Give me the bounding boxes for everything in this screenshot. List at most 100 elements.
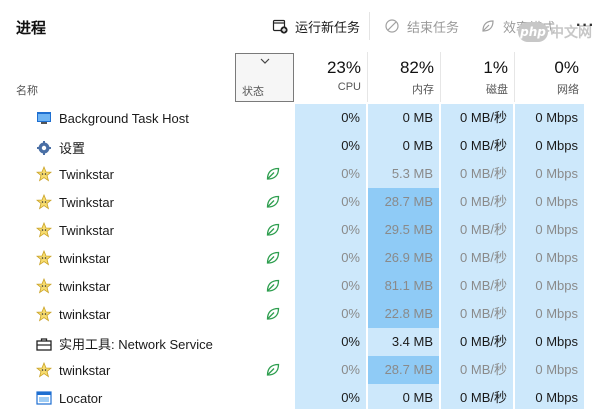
cpu-cell: 0% — [295, 188, 367, 216]
disk-cell: 0 MB/秒 — [441, 328, 514, 356]
table-row[interactable]: Twinkstar 0% 28.7 MB 0 MB/秒 0 Mbps — [0, 188, 600, 216]
process-name-label: Twinkstar — [59, 222, 114, 238]
table-row[interactable]: Background Task Host 0% 0 MB 0 MB/秒 0 Mbps — [0, 104, 600, 132]
cpu-cell: 0% — [295, 300, 367, 328]
header-status[interactable]: 状态 — [235, 53, 294, 102]
process-name-label: twinkstar — [59, 306, 111, 322]
table-row[interactable]: Locator 0% 0 MB 0 MB/秒 0 Mbps — [0, 384, 600, 409]
memory-cell: 0 MB — [368, 132, 440, 160]
watermark-logo: php — [518, 22, 548, 42]
run-new-task-button[interactable]: 运行新任务 — [272, 14, 360, 38]
header-disk[interactable]: 1% 磁盘 — [441, 58, 508, 97]
network-cell: 0 Mbps — [515, 328, 585, 356]
table-row[interactable]: 实用工具: Network Service 0% 3.4 MB 0 MB/秒 0 Mbp… — [0, 328, 600, 356]
chevron-down-icon — [236, 56, 293, 67]
memory-cell: 26.9 MB — [368, 244, 440, 272]
process-name: twinkstar — [36, 306, 110, 322]
header-disk-label: 磁盘 — [486, 84, 508, 96]
cpu-cell: 0% — [295, 216, 367, 244]
disk-cell: 0 MB/秒 — [441, 160, 514, 188]
network-cell: 0 Mbps — [515, 188, 585, 216]
star-icon — [36, 362, 52, 378]
memory-cell: 0 MB — [368, 384, 440, 409]
disk-cell: 0 MB/秒 — [441, 188, 514, 216]
process-name: twinkstar — [36, 278, 110, 294]
disk-cell: 0 MB/秒 — [441, 132, 514, 160]
efficiency-leaf-icon — [265, 362, 283, 378]
gear-icon — [36, 140, 52, 156]
end-task-icon — [384, 18, 400, 34]
memory-cell: 29.5 MB — [368, 216, 440, 244]
header-cpu-percent: 23% — [326, 58, 361, 77]
star-icon — [36, 306, 52, 322]
disk-cell: 0 MB/秒 — [441, 244, 514, 272]
cpu-cell: 0% — [295, 356, 367, 384]
table-row[interactable]: twinkstar 0% 28.7 MB 0 MB/秒 0 Mbps — [0, 356, 600, 384]
header-network[interactable]: 0% 网络 — [515, 58, 579, 97]
header-network-percent: 0% — [554, 58, 579, 77]
process-name-label: twinkstar — [59, 362, 111, 378]
disk-cell: 0 MB/秒 — [441, 384, 514, 409]
end-task-button[interactable]: 结束任务 — [384, 14, 459, 38]
disk-cell: 0 MB/秒 — [441, 272, 514, 300]
process-name: Twinkstar — [36, 194, 114, 210]
scrollbar-track[interactable] — [585, 104, 600, 409]
memory-cell: 0 MB — [368, 104, 440, 132]
column-divider — [440, 52, 441, 102]
memory-cell: 28.7 MB — [368, 188, 440, 216]
table-row[interactable]: twinkstar 0% 81.1 MB 0 MB/秒 0 Mbps — [0, 272, 600, 300]
run-task-icon — [272, 18, 288, 34]
column-header: 名称 状态 23% CPU 82% 内存 1% 磁盘 0% 网络 — [0, 52, 600, 102]
header-memory-percent: 82% — [399, 58, 434, 77]
efficiency-leaf-icon — [265, 306, 283, 322]
memory-cell: 22.8 MB — [368, 300, 440, 328]
table-row[interactable]: Twinkstar 0% 5.3 MB 0 MB/秒 0 Mbps — [0, 160, 600, 188]
cpu-cell: 0% — [295, 160, 367, 188]
star-icon — [36, 166, 52, 182]
process-name: Twinkstar — [36, 166, 114, 182]
window-blue-icon — [36, 390, 52, 406]
process-name: 实用工具: Network Service — [36, 334, 213, 353]
header-cpu-label: CPU — [337, 81, 361, 93]
efficiency-leaf-icon — [265, 250, 283, 266]
process-name: twinkstar — [36, 362, 110, 378]
leaf-icon — [480, 18, 496, 34]
header-network-label: 网络 — [557, 84, 579, 96]
process-name: Twinkstar — [36, 222, 114, 238]
end-task-label: 结束任务 — [407, 19, 460, 35]
memory-cell: 3.4 MB — [368, 328, 440, 356]
toolbox-icon — [36, 336, 52, 352]
star-icon — [36, 278, 52, 294]
more-options-button[interactable]: ··· — [576, 14, 595, 38]
process-name: Background Task Host — [36, 110, 189, 126]
efficiency-leaf-icon — [265, 194, 283, 210]
header-memory[interactable]: 82% 内存 — [368, 58, 434, 97]
efficiency-leaf-icon — [265, 166, 283, 182]
network-cell: 0 Mbps — [515, 384, 585, 409]
table-row[interactable]: 设置 0% 0 MB 0 MB/秒 0 Mbps — [0, 132, 600, 160]
header-status-label: 状态 — [242, 86, 264, 98]
process-name-label: twinkstar — [59, 250, 111, 266]
table-row[interactable]: twinkstar 0% 22.8 MB 0 MB/秒 0 Mbps — [0, 300, 600, 328]
column-divider — [514, 52, 515, 102]
network-cell: 0 Mbps — [515, 272, 585, 300]
table-row[interactable]: Twinkstar 0% 29.5 MB 0 MB/秒 0 Mbps — [0, 216, 600, 244]
efficiency-leaf-icon — [265, 222, 283, 238]
run-new-task-label: 运行新任务 — [295, 19, 361, 35]
network-cell: 0 Mbps — [515, 300, 585, 328]
table-row[interactable]: twinkstar 0% 26.9 MB 0 MB/秒 0 Mbps — [0, 244, 600, 272]
network-cell: 0 Mbps — [515, 216, 585, 244]
header-cpu[interactable]: 23% CPU — [295, 58, 361, 93]
cpu-cell: 0% — [295, 244, 367, 272]
process-name: 设置 — [36, 138, 85, 157]
process-name-label: Background Task Host — [59, 110, 189, 126]
star-icon — [36, 250, 52, 266]
process-name: twinkstar — [36, 250, 110, 266]
app-window-icon — [36, 110, 52, 126]
network-cell: 0 Mbps — [515, 160, 585, 188]
disk-cell: 0 MB/秒 — [441, 216, 514, 244]
memory-cell: 5.3 MB — [368, 160, 440, 188]
process-name-label: 实用工具: Network Service — [59, 337, 213, 352]
cpu-cell: 0% — [295, 104, 367, 132]
header-disk-percent: 1% — [483, 58, 508, 77]
